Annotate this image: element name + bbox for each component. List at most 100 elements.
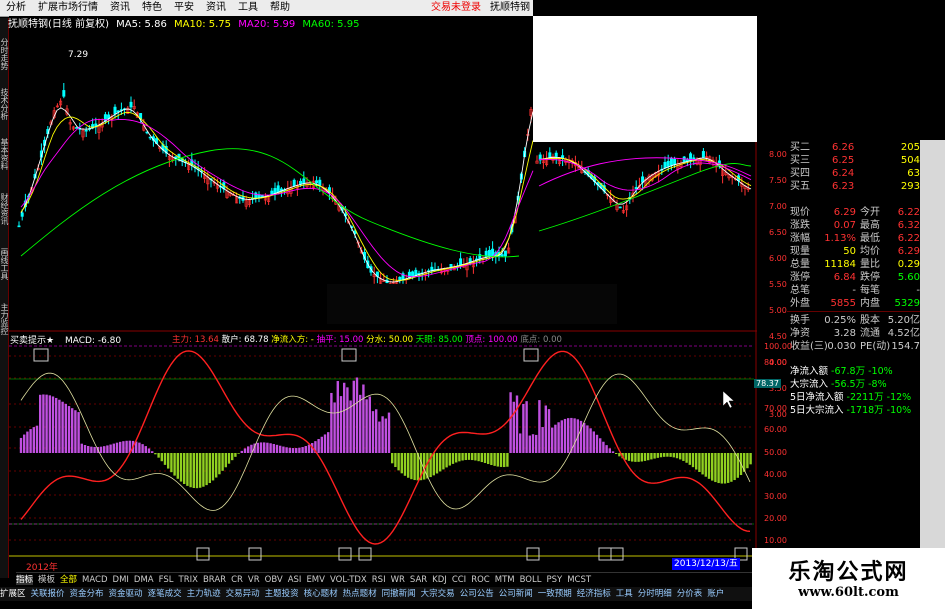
bottom-tab[interactable]: 账户 [707,589,724,599]
indicator-bar [365,399,368,453]
ask-volume: 293 [900,181,920,192]
bottom-tab[interactable]: 热点题材 [343,589,377,599]
stock-name-link[interactable]: 抚顺特钢 [487,0,533,16]
bottom-tab[interactable]: 分价表 [677,589,703,599]
flow-value: -67.8万 [831,366,866,377]
bottom-tab[interactable]: 扩展区 [0,589,26,599]
tab-tech-analysis[interactable]: 技术分析 [0,88,9,120]
menu-item-watch[interactable]: 资讯 [104,0,136,16]
formula-tab[interactable]: 模板 [38,575,55,585]
kline-chart[interactable] [9,16,757,572]
indicator-bar [656,453,659,458]
bottom-tab[interactable]: 公司公告 [460,589,494,599]
stat-a: 涨跌 [790,220,810,231]
indicator-bar [730,453,733,482]
ma60-label: MA60: 5.95 [302,19,360,30]
sh-value: 散户: 68.78 [221,335,269,345]
indicator-bar [74,410,77,453]
tab-timeshare[interactable]: 分时走势 [0,38,9,70]
formula-tab[interactable]: 全部 [60,575,77,585]
right-scroll-strip[interactable] [920,140,945,570]
formula-tab[interactable]: BOLL [520,575,542,585]
indicator-bar [170,453,173,473]
bottom-tab[interactable]: 逐笔成交 [148,589,182,599]
indicator-name[interactable]: 买卖提示★ [10,336,54,346]
bottom-tab[interactable]: 大宗交易 [421,589,455,599]
stat-b: 50 [843,246,856,257]
formula-tab[interactable]: EMV [306,575,325,585]
menu-item-ext-market[interactable]: 扩展市场行情 [32,0,104,16]
tab-fundamentals[interactable]: 基本资料 [0,138,9,170]
indicator-bar [35,425,39,453]
formula-tab[interactable]: MCST [567,575,591,585]
formula-tab[interactable]: CR [231,575,243,585]
formula-tab[interactable]: MACD [82,575,107,585]
indicator-bar [493,453,496,466]
formula-tab[interactable]: 指标 [16,575,34,585]
bottom-tab[interactable]: 同撤新闻 [382,589,416,599]
bottom-tab[interactable]: 资金分布 [70,589,104,599]
stat-b: - [852,285,856,296]
menu-item-help[interactable]: 帮助 [264,0,296,16]
formula-tab[interactable]: ASI [288,575,302,585]
menu-item-analysis[interactable]: 分析 [0,0,32,16]
formula-tab[interactable]: ROC [471,575,490,585]
indicator-bar [285,447,288,453]
tab-monitor[interactable]: 主力监控 [0,303,9,335]
stat-d: 6.29 [897,246,920,257]
indicator-bar [669,453,672,457]
window-occluder [533,16,757,142]
bottom-tab[interactable]: 经济指标 [577,589,611,599]
formula-tab[interactable]: PSY [546,575,562,585]
indicator-bar [541,427,544,453]
indicator-bar [525,401,528,453]
candle-body [663,162,667,169]
formula-tab[interactable]: VOL-TDX [330,575,367,585]
formula-tab[interactable]: SAR [410,575,427,585]
formula-tab[interactable]: VR [248,575,260,585]
formula-tab[interactable]: TRIX [179,575,198,585]
stat-d: 5.60 [897,272,920,283]
indicator-bar [445,453,448,468]
formula-tab[interactable]: CCI [452,575,466,585]
indicator-bar [685,453,688,463]
ask-price: 6.24 [832,168,855,179]
candle-body [459,258,463,266]
menu-item-feature[interactable]: 特色 [136,0,168,16]
bottom-tab[interactable]: 分时明细 [638,589,672,599]
formula-tab[interactable]: OBV [265,575,283,585]
formula-tab[interactable]: DMI [113,575,129,585]
formula-tab[interactable]: FSL [159,575,174,585]
bottom-tab[interactable]: 主力轨迹 [187,589,221,599]
login-status[interactable]: 交易未登录 [425,0,487,16]
formula-tab[interactable]: WR [391,575,405,585]
formula-tab[interactable]: MTM [495,575,515,585]
indicator-bar [544,405,547,453]
bottom-tab[interactable]: 交易异动 [226,589,260,599]
bottom-tab[interactable]: 主题投资 [265,589,299,599]
formula-tab[interactable]: DMA [134,575,154,585]
stat-d: 6.32 [897,220,920,231]
indicator-bar [263,442,266,453]
indicator-bar [291,448,295,453]
indicator-bar [746,453,749,469]
menu-item-info[interactable]: 资讯 [200,0,232,16]
indicator-bar [691,453,695,468]
bottom-tab[interactable]: 资金驱动 [109,589,143,599]
indicator-bar [538,400,541,453]
formula-tab[interactable]: KDJ [432,575,447,585]
tab-news[interactable]: 财经资讯 [0,193,9,225]
indicator-bar [23,434,26,453]
bottom-tab[interactable]: 工具 [616,589,633,599]
bottom-tab[interactable]: 公司新闻 [499,589,533,599]
quote-stat-row: 涨停 6.84 跌停 5.60 [790,271,922,284]
bottom-tab[interactable]: 核心题材 [304,589,338,599]
formula-tab[interactable]: BRAR [203,575,226,585]
formula-tab[interactable]: RSI [372,575,386,585]
bottom-tab[interactable]: 关联报价 [31,589,65,599]
menu-item-tools[interactable]: 工具 [232,0,264,16]
bottom-tab[interactable]: 一致预期 [538,589,572,599]
menu-item-pingan[interactable]: 平安 [168,0,200,16]
tk-value: 天眼: 85.00 [415,335,463,345]
tab-drawing[interactable]: 画线工具 [0,248,9,280]
